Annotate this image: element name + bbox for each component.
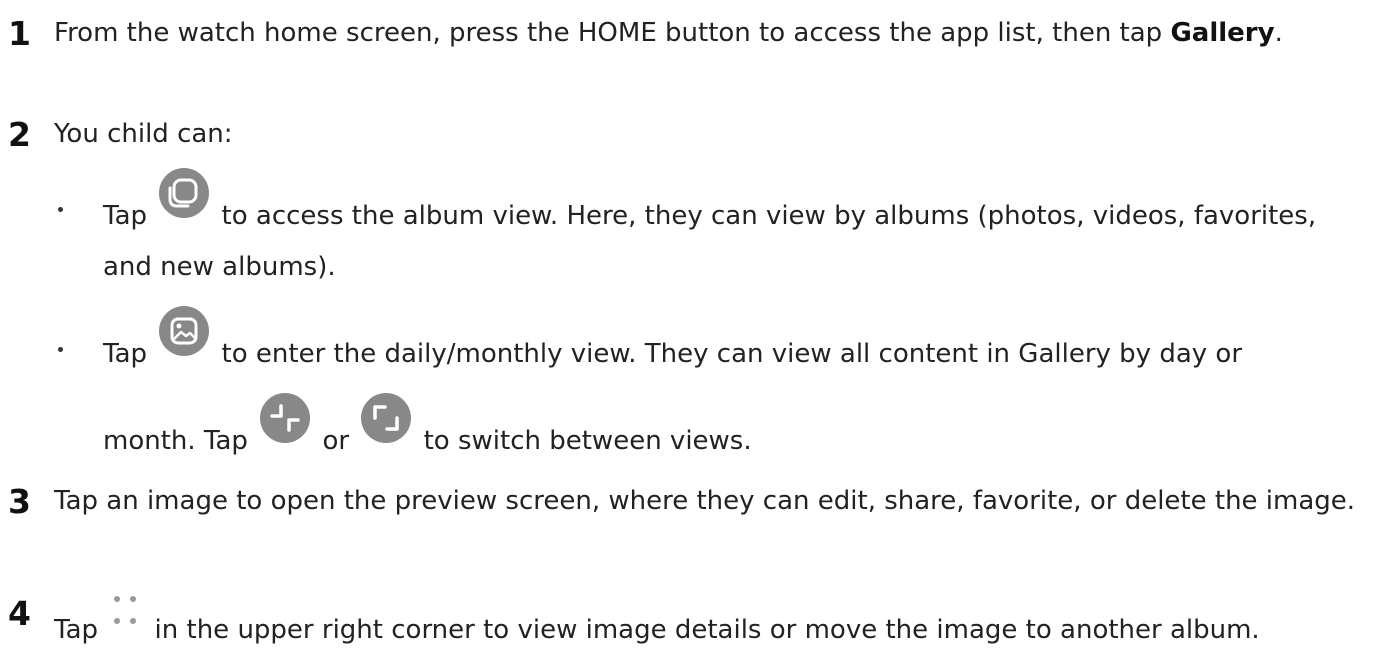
- expand-view-icon: [361, 393, 412, 443]
- step-number: 1: [8, 14, 31, 53]
- step-number: 2: [8, 115, 31, 154]
- step-number: 4: [8, 594, 31, 633]
- bullet-dot: [58, 207, 63, 212]
- step-text: You child can:: [54, 119, 233, 149]
- step-text: Tap in the upper right corner to view im…: [54, 596, 1371, 648]
- bullet-album-view: Tap to access the album view. Here, they…: [58, 168, 1371, 293]
- bullet-dot: [58, 347, 63, 352]
- gallery-label: Gallery: [1170, 18, 1275, 48]
- step-text: Tap an image to open the preview screen,…: [54, 486, 1356, 516]
- album-view-icon: [159, 168, 210, 218]
- bullet-text: Tap to access the album view. Here, they…: [103, 168, 1371, 293]
- step-4: 4 Tap in the upper right corner to view …: [8, 594, 1371, 648]
- step-text: From the watch home screen, press the HO…: [54, 18, 1283, 48]
- step-number: 3: [8, 482, 31, 521]
- bullet-daily-view: Tap to enter the daily/monthly view. The…: [58, 306, 1371, 480]
- collapse-view-icon: [260, 393, 311, 443]
- image-view-icon: [159, 306, 210, 356]
- step-1: 1 From the watch home screen, press the …: [8, 14, 1371, 53]
- more-options-icon: [112, 596, 138, 636]
- step-2: 2 You child can:: [8, 115, 1371, 154]
- step-3: 3 Tap an image to open the preview scree…: [8, 482, 1371, 521]
- bullet-text: Tap to enter the daily/monthly view. The…: [103, 306, 1371, 480]
